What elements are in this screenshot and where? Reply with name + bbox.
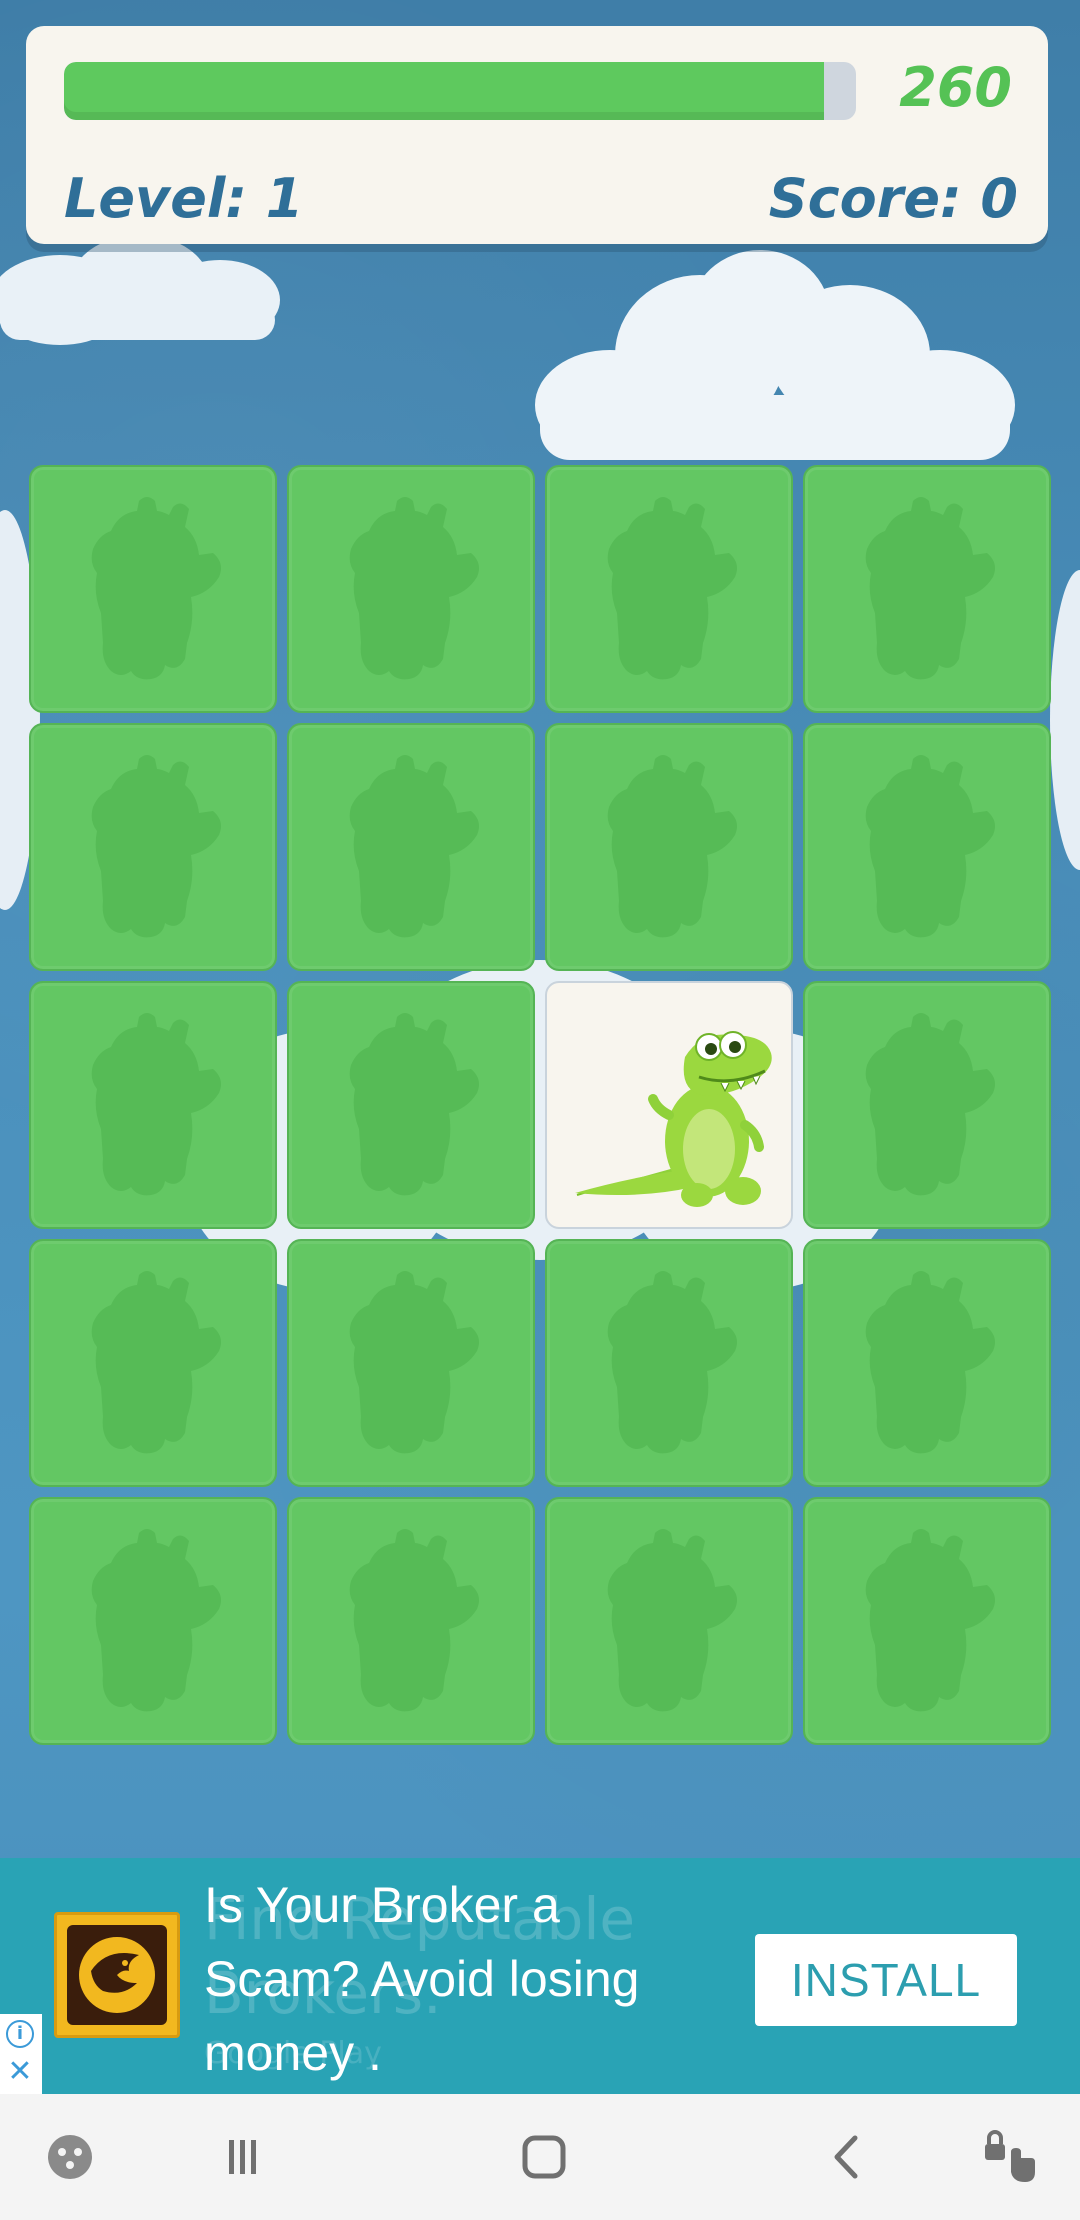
memory-card-hidden[interactable] [803,723,1051,971]
memory-card-revealed[interactable] [545,981,793,1229]
hippo-silhouette-icon [349,1529,479,1712]
card-grid [29,465,1051,1745]
ad-choices-icon[interactable]: i [6,2020,34,2048]
memory-card-hidden[interactable] [29,723,277,971]
touch-lock-icon[interactable] [975,2122,1045,2192]
memory-card-hidden[interactable] [803,1497,1051,1745]
game-launcher-icon[interactable] [35,2122,105,2192]
cloud-right [535,250,1015,460]
hippo-silhouette-icon [607,755,737,938]
hippo-silhouette-icon [349,497,479,680]
hippo-silhouette-icon [865,497,995,680]
hippo-silhouette-icon [91,497,222,680]
memory-card-hidden[interactable] [545,465,793,713]
close-icon[interactable]: ✕ [6,2057,34,2087]
ad-banner[interactable]: Find Reputable Brokers. Google Play Is Y… [0,1858,1080,2094]
hippo-silhouette-icon [865,755,995,938]
recent-apps-icon[interactable] [207,2122,277,2192]
home-icon[interactable] [509,2122,579,2192]
hippo-silhouette-icon [91,1271,222,1454]
eagle-logo-icon[interactable] [54,1912,180,2038]
hippo-silhouette-icon [865,1013,995,1196]
hippo-silhouette-icon [91,1529,222,1712]
memory-card-hidden[interactable] [287,1239,535,1487]
memory-card-hidden[interactable] [29,465,277,713]
ad-info-panel: i ✕ [0,2014,42,2094]
hud-panel: 260 Level: 1 Score: 0 [26,26,1048,244]
hippo-silhouette-icon [91,755,222,938]
crocodile-icon [575,1031,772,1207]
memory-card-hidden[interactable] [803,1239,1051,1487]
memory-card-hidden[interactable] [545,1239,793,1487]
hippo-silhouette-icon [91,1013,222,1196]
timer-bar [64,62,856,120]
memory-card-hidden[interactable] [29,1239,277,1487]
memory-card-hidden[interactable] [29,1497,277,1745]
hippo-silhouette-icon [349,755,479,938]
memory-card-hidden[interactable] [287,465,535,713]
level-label: Level: 1 [64,167,304,230]
memory-card-hidden[interactable] [803,465,1051,713]
memory-card-hidden[interactable] [545,723,793,971]
hippo-silhouette-icon [607,497,737,680]
ad-headline[interactable]: Is Your Broker a Scam? Avoid losing mone… [204,1868,724,2090]
score-label: Score: 0 [768,167,1018,230]
timer-bar-fill [64,62,825,120]
memory-card-hidden[interactable] [545,1497,793,1745]
hippo-silhouette-icon [607,1271,737,1454]
system-nav-bar [0,2094,1080,2220]
memory-card-hidden[interactable] [287,981,535,1229]
memory-card-hidden[interactable] [287,1497,535,1745]
memory-card-hidden[interactable] [803,981,1051,1229]
memory-card-hidden[interactable] [29,981,277,1229]
timer-value: 260 [899,56,1012,119]
hippo-silhouette-icon [865,1271,995,1454]
hippo-silhouette-icon [349,1013,479,1196]
cloud-left [0,235,280,345]
hippo-silhouette-icon [349,1271,479,1454]
back-icon[interactable] [813,2122,883,2192]
memory-card-hidden[interactable] [287,723,535,971]
hippo-silhouette-icon [607,1529,737,1712]
install-button[interactable]: INSTALL [755,1934,1017,2026]
hippo-silhouette-icon [865,1529,995,1712]
